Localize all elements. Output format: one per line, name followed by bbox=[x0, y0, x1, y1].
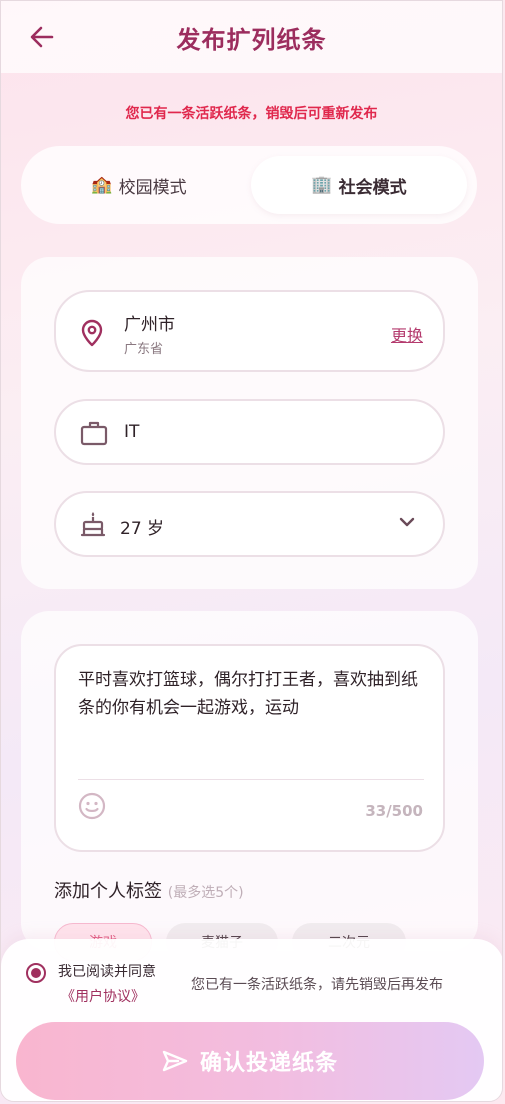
office-building-icon: 🏢 bbox=[311, 175, 333, 195]
mode-switch: 🏫 校园模式 🏢 社会模式 bbox=[21, 146, 477, 224]
page-title: 发布扩列纸条 bbox=[176, 25, 327, 54]
user-agreement-link[interactable]: 《用户协议》 bbox=[61, 986, 145, 1006]
bottom-notice: 您已有一条活跃纸条，请先销毁后再发布 bbox=[191, 977, 443, 993]
agree-text: 我已阅读并同意 bbox=[58, 964, 156, 980]
school-icon: 🏫 bbox=[91, 175, 113, 195]
tab-social-mode[interactable]: 🏢 社会模式 bbox=[251, 156, 467, 214]
char-count: 33/500 bbox=[365, 802, 423, 820]
emoji-icon[interactable] bbox=[78, 792, 106, 824]
chevron-down-icon bbox=[399, 517, 415, 527]
header: 发布扩列纸条 bbox=[1, 1, 502, 73]
divider bbox=[78, 779, 424, 780]
occupation-field[interactable]: IT bbox=[54, 399, 445, 465]
tags-title-label: 添加个人标签 bbox=[54, 881, 162, 902]
tab-campus-mode[interactable]: 🏫 校园模式 bbox=[31, 156, 247, 214]
location-province: 广东省 bbox=[124, 342, 164, 357]
arrow-left-icon bbox=[30, 26, 54, 48]
cake-icon bbox=[80, 510, 106, 538]
app-frame: 发布扩列纸条 您已有一条活跃纸条，销毁后可重新发布 🏫 校园模式 🏢 社会模式 … bbox=[0, 0, 503, 1102]
age-value: 27 岁 bbox=[120, 519, 165, 539]
location-pin-icon bbox=[80, 319, 104, 347]
age-select[interactable]: 27 岁 bbox=[54, 491, 445, 557]
tags-hint: (最多选5个) bbox=[167, 885, 244, 901]
change-location-link[interactable]: 更换 bbox=[391, 322, 423, 346]
tab-campus-label: 校园模式 bbox=[118, 177, 187, 198]
active-note-notice: 您已有一条活跃纸条，销毁后可重新发布 bbox=[125, 106, 378, 122]
agree-radio[interactable] bbox=[26, 963, 46, 983]
bio-text: 平时喜欢打篮球，偶尔打打王者，喜欢抽到纸条的你有机会一起游戏，运动 bbox=[78, 670, 418, 718]
back-button[interactable] bbox=[23, 19, 61, 55]
location-city: 广州市 bbox=[124, 315, 175, 335]
location-field[interactable]: 广州市 广东省 更换 bbox=[54, 290, 445, 372]
profile-card: 广州市 广东省 更换 IT 27 岁 bbox=[21, 257, 478, 589]
bio-textarea[interactable]: 平时喜欢打篮球，偶尔打打王者，喜欢抽到纸条的你有机会一起游戏，运动 33/500 bbox=[54, 644, 445, 852]
submit-button[interactable]: 确认投递纸条 bbox=[16, 1022, 484, 1100]
radio-dot bbox=[31, 968, 41, 978]
briefcase-icon bbox=[80, 420, 108, 446]
bio-card: 平时喜欢打篮球，偶尔打打王者，喜欢抽到纸条的你有机会一起游戏，运动 33/500… bbox=[21, 611, 478, 961]
send-icon bbox=[162, 1050, 188, 1072]
occupation-value: IT bbox=[124, 422, 140, 442]
tags-title: 添加个人标签 (最多选5个) bbox=[54, 877, 244, 903]
submit-label: 确认投递纸条 bbox=[199, 1051, 338, 1076]
tab-social-label: 社会模式 bbox=[338, 177, 407, 198]
bottom-bar: 我已阅读并同意 《用户协议》 您已有一条活跃纸条，请先销毁后再发布 确认投递纸条 bbox=[1, 939, 502, 1101]
